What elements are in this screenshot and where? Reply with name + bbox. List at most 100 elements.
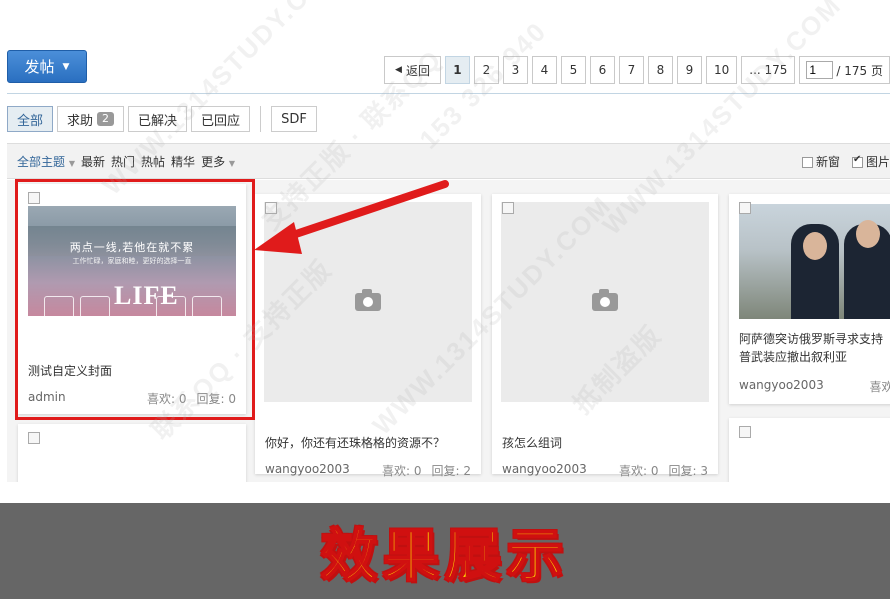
- tab-all-label: 全部: [17, 113, 44, 129]
- cover-icon: [156, 296, 186, 316]
- tab-help-label: 求助: [67, 113, 94, 129]
- person-head: [803, 232, 827, 260]
- thread-author[interactable]: wangyoo2003: [265, 462, 350, 479]
- sort-all-topics[interactable]: 全部主题 ▼: [17, 153, 75, 170]
- thread-title[interactable]: 你好，你还有还珠格格的资源不？: [265, 434, 445, 451]
- tab-sdf-label: SDF: [281, 111, 307, 127]
- post-button[interactable]: 发帖 ▼: [7, 50, 87, 83]
- chevron-down-icon: ▼: [62, 61, 70, 72]
- select-checkbox[interactable]: [739, 426, 751, 438]
- page-total-label: / 175 页: [836, 63, 883, 78]
- image-mode-toggle[interactable]: 图片: [851, 153, 890, 170]
- select-checkbox[interactable]: [739, 202, 751, 214]
- cover-title: 两点一线,若他在就不累: [69, 241, 195, 254]
- select-checkbox[interactable]: [28, 192, 40, 204]
- select-checkbox[interactable]: [502, 202, 514, 214]
- new-window-label: 新窗: [815, 154, 840, 169]
- filter-tabs: 全部 求助 2 已解决 已回应 SDF: [7, 106, 317, 132]
- chevron-left-icon: ◀: [395, 65, 402, 75]
- thread-card[interactable]: 两点一线,若他在就不累 工作忙碌，家庭和睦，更好的选择一直 LIFE 测试自定义…: [18, 184, 246, 414]
- page-link-5[interactable]: 5: [560, 56, 586, 84]
- tab-solved-label: 已解决: [138, 113, 178, 129]
- thread-card[interactable]: [18, 424, 246, 482]
- likes-count: 喜欢: 0: [147, 392, 187, 406]
- likes-count: 喜欢: 0: [382, 464, 422, 478]
- thread-cover-image[interactable]: [739, 204, 890, 319]
- banner-title: 效果展示: [320, 523, 569, 590]
- sort-more[interactable]: 更多 ▼: [201, 153, 235, 170]
- sort-more-label: 更多: [201, 154, 226, 169]
- tab-responded[interactable]: 已回应: [191, 106, 251, 132]
- likes-count: 喜欢: 0: [619, 464, 659, 478]
- page-link-9[interactable]: 9: [676, 56, 702, 84]
- sort-all-topics-label: 全部主题: [17, 154, 66, 169]
- page-link-7[interactable]: 7: [618, 56, 644, 84]
- back-button[interactable]: ◀ 返回: [384, 56, 441, 84]
- page-link-6[interactable]: 6: [589, 56, 615, 84]
- likes-count: 喜欢: 0: [869, 380, 890, 394]
- replies-count: 回复: 3: [668, 464, 709, 478]
- image-mode-label: 图片: [865, 154, 890, 169]
- tab-sdf[interactable]: SDF: [271, 106, 317, 132]
- spacer: [0, 482, 890, 503]
- view-options: 新窗 图片: [801, 153, 890, 170]
- divider: [7, 93, 890, 94]
- arrow-icon: [254, 180, 449, 254]
- new-window-toggle[interactable]: 新窗: [801, 153, 840, 170]
- sort-digest[interactable]: 精华: [171, 153, 195, 170]
- replies-count: 回复: 2: [431, 464, 472, 478]
- sort-hot-posts[interactable]: 热帖: [141, 153, 165, 170]
- page-link-2[interactable]: 2: [473, 56, 499, 84]
- page-jump: / 175 页: [799, 56, 890, 84]
- tab-all[interactable]: 全部: [7, 106, 54, 132]
- thread-card[interactable]: [729, 418, 890, 482]
- sort-hot[interactable]: 热门: [111, 153, 135, 170]
- thread-meta: wangyoo2003 喜欢: 0: [739, 378, 890, 395]
- thread-meta: admin 喜欢: 0 回复: 0: [28, 390, 236, 407]
- thread-card[interactable]: 孩怎么组词 wangyoo2003 喜欢: 0 回复: 3: [492, 194, 718, 478]
- news-photo: [739, 204, 890, 319]
- chevron-down-icon: ▼: [68, 158, 75, 168]
- checkbox-checked-icon: [851, 154, 863, 168]
- thread-author[interactable]: admin: [28, 390, 66, 407]
- tab-help[interactable]: 求助 2: [57, 106, 125, 132]
- post-button-label: 发帖: [24, 58, 55, 76]
- tab-help-count-badge: 2: [97, 112, 115, 126]
- thread-title[interactable]: 测试自定义封面: [28, 362, 112, 379]
- sort-latest[interactable]: 最新: [81, 153, 105, 170]
- thread-author[interactable]: wangyoo2003: [739, 378, 824, 395]
- cover-icon: [80, 296, 110, 316]
- person-head: [856, 220, 880, 248]
- thread-title[interactable]: 阿萨德突访俄罗斯寻求支持普武装应撤出叙利亚: [739, 330, 889, 366]
- thread-meta: wangyoo2003 喜欢: 0 回复: 2: [265, 462, 471, 479]
- checkbox-icon: [801, 156, 813, 168]
- caption-banner: 效果展示: [0, 503, 890, 599]
- cover-art: 两点一线,若他在就不累 工作忙碌，家庭和睦，更好的选择一直 LIFE: [28, 206, 236, 316]
- thread-cover-image[interactable]: [501, 202, 709, 402]
- sort-bar: 全部主题 ▼ 最新 热门 热帖 精华 更多 ▼ 新窗 图片: [7, 143, 890, 179]
- thread-card[interactable]: 阿萨德突访俄罗斯寻求支持普武装应撤出叙利亚 wangyoo2003 喜欢: 0: [729, 194, 890, 404]
- tab-solved[interactable]: 已解决: [128, 106, 188, 132]
- page-link-4[interactable]: 4: [531, 56, 557, 84]
- page-link-last[interactable]: ... 175: [741, 56, 796, 84]
- pagination: ◀ 返回 1 2 3 4 5 6 7 8 9 10 ... 175 / 175 …: [384, 56, 890, 84]
- select-checkbox[interactable]: [28, 432, 40, 444]
- tab-responded-label: 已回应: [201, 113, 241, 129]
- cover-subtitle: 工作忙碌，家庭和睦，更好的选择一直: [72, 257, 192, 265]
- tab-separator: [260, 106, 262, 132]
- page-link-10[interactable]: 10: [705, 56, 738, 84]
- page-link-3[interactable]: 3: [502, 56, 528, 84]
- thread-title[interactable]: 孩怎么组词: [502, 434, 562, 451]
- thread-author[interactable]: wangyoo2003: [502, 462, 587, 479]
- page-link-8[interactable]: 8: [647, 56, 673, 84]
- page-jump-input[interactable]: [806, 61, 834, 79]
- cover-icon: [192, 296, 222, 316]
- thread-meta: wangyoo2003 喜欢: 0 回复: 3: [502, 462, 708, 479]
- back-button-label: 返回: [405, 63, 430, 78]
- cover-icon: [44, 296, 74, 316]
- page-link-1[interactable]: 1: [444, 56, 470, 84]
- thread-cover-image[interactable]: 两点一线,若他在就不累 工作忙碌，家庭和睦，更好的选择一直 LIFE: [28, 206, 236, 316]
- camera-icon: [592, 289, 618, 311]
- replies-count: 回复: 0: [196, 392, 237, 406]
- chevron-down-icon: ▼: [228, 158, 236, 168]
